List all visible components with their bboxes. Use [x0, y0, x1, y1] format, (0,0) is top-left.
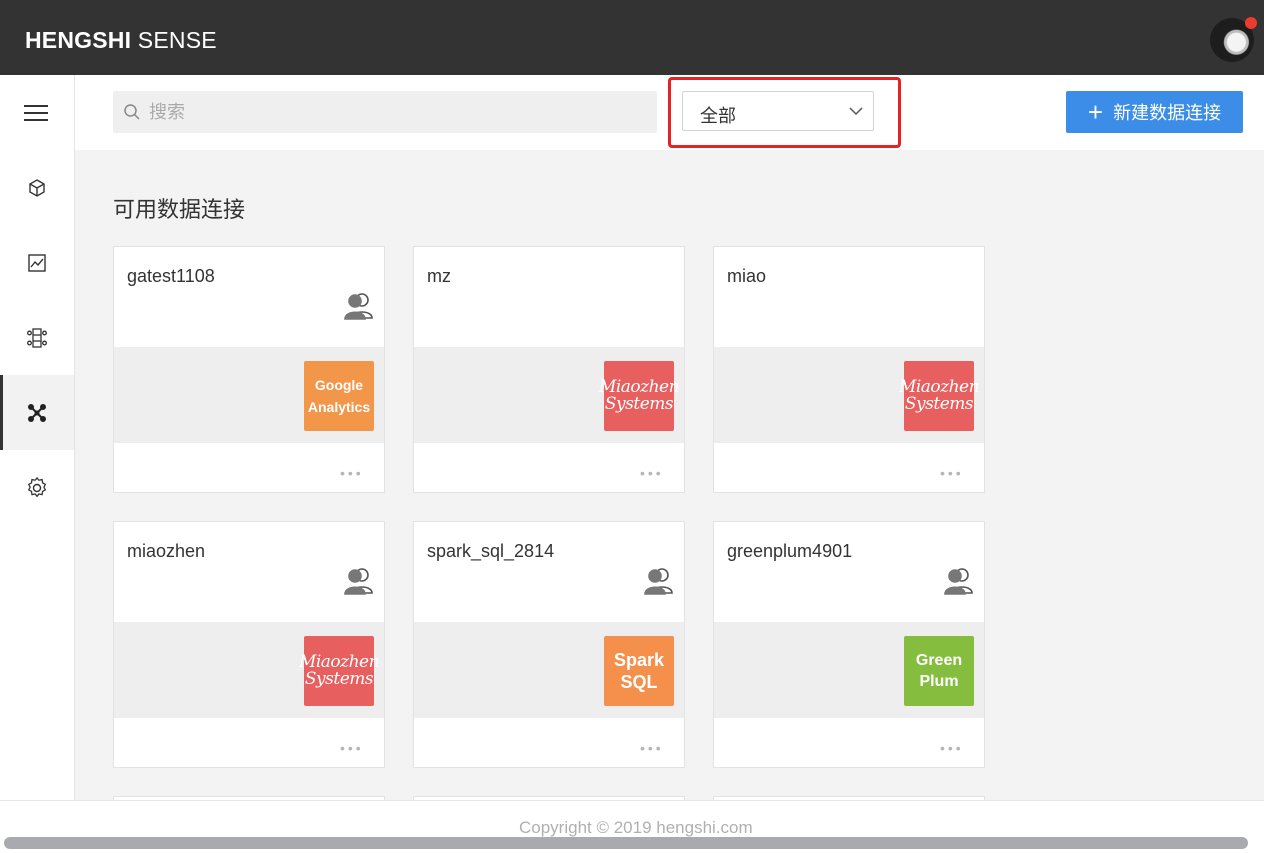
- more-options-icon[interactable]: •••: [340, 740, 364, 756]
- logo-band: Green Plum: [714, 622, 984, 718]
- spark-sql-logo: Spark SQL: [604, 636, 674, 706]
- connection-name: miaozhen: [127, 541, 206, 561]
- toolbar: 全部 + 新建数据连接: [75, 75, 1264, 150]
- more-options-icon[interactable]: •••: [640, 740, 664, 756]
- sidebar-item-connections[interactable]: [0, 375, 74, 450]
- sidebar-item-datasets[interactable]: [0, 300, 74, 375]
- network-icon: [28, 403, 46, 422]
- connection-name: mz: [427, 266, 451, 286]
- chart-icon: [28, 253, 46, 272]
- shared-users-icon: [944, 568, 973, 595]
- notification-dot: [1245, 17, 1257, 29]
- more-options-icon[interactable]: •••: [940, 465, 964, 481]
- brand-name-bold: HENGSHI: [25, 27, 132, 53]
- logo-band: Miaozhen Systems: [714, 347, 984, 443]
- sidebar-item-data-models[interactable]: [0, 150, 74, 225]
- more-options-icon[interactable]: •••: [340, 465, 364, 481]
- more-options-icon[interactable]: •••: [940, 740, 964, 756]
- connection-name: spark_sql_2814: [427, 541, 555, 561]
- chevron-down-icon: [849, 107, 863, 116]
- horizontal-scrollbar[interactable]: [4, 837, 1248, 849]
- connection-card[interactable]: spark_sql_2814 Spark SQL •••: [413, 521, 685, 768]
- plus-icon: +: [1087, 97, 1104, 127]
- connection-name: greenplum4901: [727, 541, 853, 561]
- logo-band: Google Analytics: [114, 347, 384, 443]
- shared-users-icon: [344, 568, 373, 595]
- brand-logo[interactable]: HENGSHI SENSE: [25, 27, 217, 54]
- miaozhen-logo: Miaozhen Systems: [599, 361, 680, 431]
- filter-select-value: 全部: [700, 106, 736, 126]
- shared-users-icon: [644, 568, 673, 595]
- gear-icon: [27, 476, 47, 497]
- shared-users-icon: [344, 293, 373, 320]
- connection-card[interactable]: miaozhen Miaozhen Systems •••: [113, 521, 385, 768]
- filter-select[interactable]: 全部: [682, 91, 874, 131]
- connection-name: gatest1108: [127, 266, 215, 286]
- new-connection-label: 新建数据连接: [1113, 103, 1222, 123]
- cube-icon: [29, 178, 45, 197]
- dataset-icon: [27, 327, 47, 348]
- search-box[interactable]: [113, 91, 657, 133]
- brand-name-light: SENSE: [137, 27, 217, 53]
- logo-band: Miaozhen Systems: [114, 622, 384, 718]
- sidebar-item-menu[interactable]: [0, 75, 74, 150]
- top-bar: HENGSHI SENSE: [0, 0, 1264, 75]
- sidebar: [0, 75, 75, 800]
- google-analytics-logo: Google Analytics: [304, 361, 374, 431]
- connection-card[interactable]: gatest1108 Google Analytics •••: [113, 246, 385, 493]
- logo-band: Miaozhen Systems: [414, 347, 684, 443]
- search-input[interactable]: [149, 91, 649, 133]
- connection-card[interactable]: greenplum4901 Green Plum •••: [713, 521, 985, 768]
- connection-card[interactable]: miao Miaozhen Systems •••: [713, 246, 985, 493]
- miaozhen-logo: Miaozhen Systems: [299, 636, 380, 706]
- connection-name: miao: [727, 266, 767, 286]
- new-connection-button[interactable]: + 新建数据连接: [1066, 91, 1243, 133]
- greenplum-logo: Green Plum: [904, 636, 974, 706]
- search-icon: [124, 104, 140, 120]
- section-title: 可用数据连接: [113, 197, 246, 222]
- logo-band: Spark SQL: [414, 622, 684, 718]
- miaozhen-logo: Miaozhen Systems: [899, 361, 980, 431]
- copyright-text: Copyright © 2019 hengshi.com: [519, 818, 753, 837]
- menu-icon: [24, 104, 48, 121]
- sidebar-item-dashboards[interactable]: [0, 225, 74, 300]
- sidebar-item-settings[interactable]: [0, 450, 74, 525]
- more-options-icon[interactable]: •••: [640, 465, 664, 481]
- connection-card[interactable]: mz Miaozhen Systems •••: [413, 246, 685, 493]
